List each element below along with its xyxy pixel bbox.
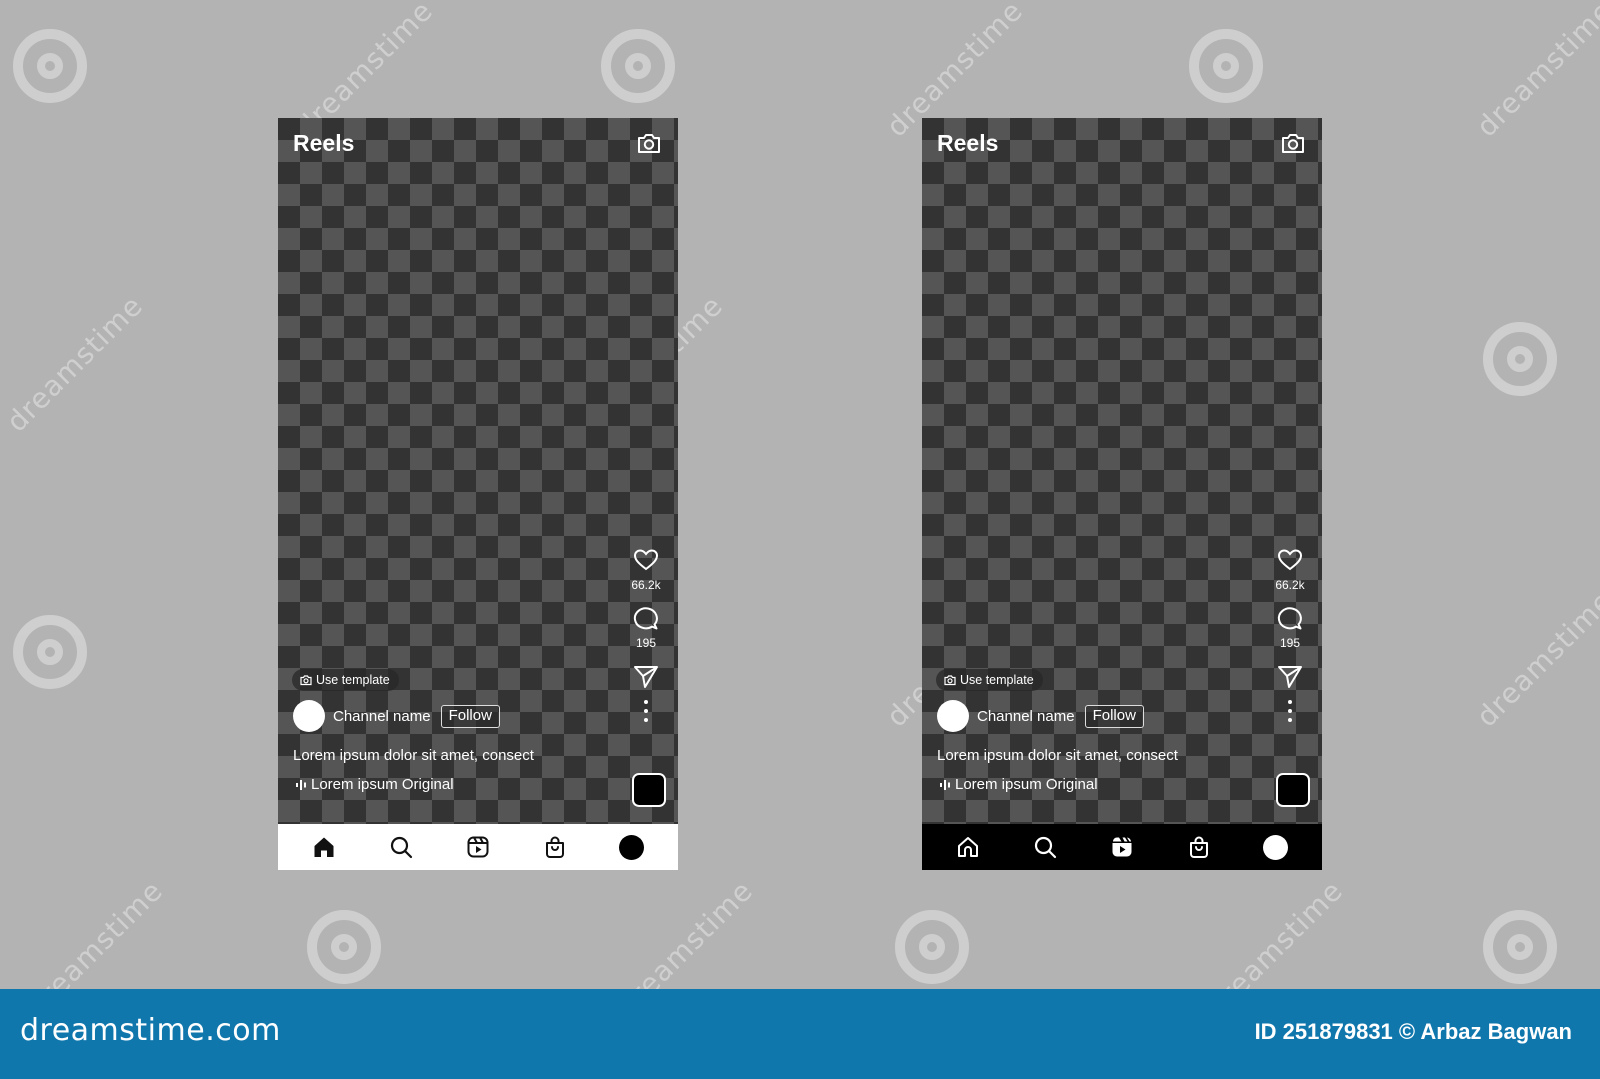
send-icon[interactable] — [632, 662, 660, 690]
caption-text[interactable]: Lorem ipsum dolor sit amet, consect — [937, 747, 1178, 764]
follow-button[interactable]: Follow — [1084, 704, 1144, 728]
channel-row: Channel name Follow — [293, 700, 500, 732]
comment-icon[interactable] — [1276, 604, 1304, 632]
heart-icon[interactable] — [1276, 546, 1304, 574]
channel-name[interactable]: Channel name — [977, 708, 1075, 725]
camera-icon — [638, 134, 660, 153]
camera-icon — [1282, 134, 1304, 153]
caption-text[interactable]: Lorem ipsum dolor sit amet, consect — [293, 747, 534, 764]
watermark-spiral-icon — [1189, 29, 1263, 103]
camera-icon — [944, 675, 956, 686]
send-icon[interactable] — [1276, 662, 1304, 690]
audio-label: Lorem ipsum Original — [311, 776, 454, 793]
nav-profile[interactable] — [619, 834, 645, 860]
bottom-nav — [278, 824, 678, 870]
shop-icon — [1189, 836, 1208, 858]
use-template-button[interactable]: Use template — [292, 669, 399, 691]
use-template-label: Use template — [316, 673, 390, 687]
action-column: 66.2k 195 — [1272, 546, 1308, 722]
home-icon — [958, 837, 979, 857]
page-title: Reels — [937, 130, 999, 156]
nav-shop[interactable] — [542, 834, 568, 860]
comment-icon[interactable] — [632, 604, 660, 632]
watermark-spiral-icon — [601, 29, 675, 103]
bottom-nav — [922, 824, 1322, 870]
watermark-spiral-icon — [13, 615, 87, 689]
nav-reels[interactable] — [465, 834, 491, 860]
use-template-button[interactable]: Use template — [936, 669, 1043, 691]
nav-shop[interactable] — [1186, 834, 1212, 860]
audio-row[interactable]: Lorem ipsum Original — [940, 776, 1098, 793]
home-icon — [314, 837, 334, 857]
watermark-text: dreamstime — [0, 289, 150, 439]
page-title: Reels — [293, 130, 355, 156]
use-template-label: Use template — [960, 673, 1034, 687]
watermark-spiral-icon — [1483, 910, 1557, 984]
comments-count: 195 — [1279, 636, 1301, 650]
likes-count: 66.2k — [1275, 578, 1305, 592]
more-vertical-icon[interactable] — [1287, 700, 1293, 722]
more-vertical-icon[interactable] — [643, 700, 649, 722]
nav-home[interactable] — [311, 834, 337, 860]
nav-profile[interactable] — [1263, 834, 1289, 860]
channel-avatar[interactable] — [937, 700, 969, 732]
reels-icon — [1112, 837, 1132, 857]
camera-button[interactable] — [636, 131, 662, 155]
nav-search[interactable] — [1032, 834, 1058, 860]
channel-row: Channel name Follow — [937, 700, 1144, 732]
follow-button[interactable]: Follow — [440, 704, 500, 728]
action-column: 66.2k 195 — [628, 546, 664, 722]
channel-name[interactable]: Channel name — [333, 708, 431, 725]
audio-thumbnail[interactable] — [1276, 773, 1310, 807]
audio-thumbnail[interactable] — [632, 773, 666, 807]
watermark-spiral-icon — [895, 910, 969, 984]
channel-avatar[interactable] — [293, 700, 325, 732]
watermark-spiral-icon — [13, 29, 87, 103]
profile-avatar — [1263, 834, 1289, 860]
likes-count: 66.2k — [631, 578, 661, 592]
reels-icon — [467, 836, 489, 858]
comments-count: 195 — [635, 636, 657, 650]
audio-row[interactable]: Lorem ipsum Original — [296, 776, 454, 793]
footer-logo: dreamstime.com — [20, 1013, 281, 1048]
camera-button[interactable] — [1280, 131, 1306, 155]
watermark-spiral-icon — [307, 910, 381, 984]
watermark-text: dreamstime — [1470, 0, 1600, 144]
nav-reels[interactable] — [1109, 834, 1135, 860]
audio-label: Lorem ipsum Original — [955, 776, 1098, 793]
shop-icon — [545, 836, 564, 858]
reels-screen-dark: Reels 66.2k 195 Use template Channel nam… — [922, 118, 1322, 870]
search-icon — [391, 836, 413, 859]
nav-search[interactable] — [388, 834, 414, 860]
footer-credit: ID 251879831 © Arbaz Bagwan — [1254, 1019, 1572, 1044]
watermark-spiral-icon — [1483, 322, 1557, 396]
camera-icon — [300, 675, 312, 686]
nav-home[interactable] — [955, 834, 981, 860]
reels-screen-light: Reels 66.2k 195 Use template Channel nam… — [278, 118, 678, 870]
search-icon — [1035, 836, 1057, 859]
heart-icon[interactable] — [632, 546, 660, 574]
audio-waveform-icon — [296, 779, 306, 790]
profile-avatar — [619, 834, 645, 860]
audio-waveform-icon — [940, 779, 950, 790]
stock-footer: dreamstime.com ID 251879831 © Arbaz Bagw… — [0, 989, 1600, 1079]
